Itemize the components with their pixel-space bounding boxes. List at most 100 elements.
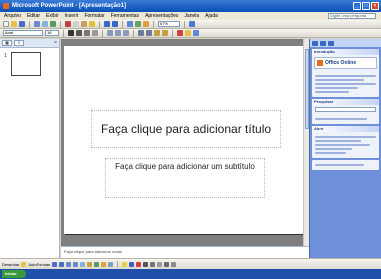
task-link[interactable] [315,79,364,81]
task-link[interactable] [315,144,370,146]
search-input[interactable] [315,107,376,112]
spelling-icon[interactable] [50,21,56,27]
font-color-icon[interactable] [177,30,183,36]
task-link[interactable] [315,118,367,120]
undo-icon[interactable] [104,21,110,27]
task-link[interactable] [315,91,349,93]
numbering-icon[interactable] [138,30,144,36]
oval-icon[interactable] [73,261,79,267]
print-icon[interactable] [34,21,40,27]
redo-icon[interactable] [112,21,118,27]
title-placeholder[interactable]: Faça clique para adicionar título [91,110,281,148]
notes-pane[interactable]: Faça clique para adicionar notas [61,246,309,258]
arrow-icon[interactable] [59,261,65,267]
font-color-icon[interactable] [136,261,142,267]
new-slide-icon[interactable] [193,30,199,36]
shadow-style-icon[interactable] [164,261,170,267]
shadow-icon[interactable] [92,30,98,36]
bullets-icon[interactable] [146,30,152,36]
textbox-icon[interactable] [80,261,86,267]
select-icon[interactable] [21,261,27,267]
line-style-icon[interactable] [143,261,149,267]
format-painter-icon[interactable] [89,21,95,27]
align-right-icon[interactable] [123,30,129,36]
increase-font-icon[interactable] [154,30,160,36]
slides-pane-tabs: ▦ ≡ × [0,39,59,48]
diagram-icon[interactable] [94,261,100,267]
help-icon[interactable] [189,21,195,27]
design-icon[interactable] [185,30,191,36]
slide-editor: Faça clique para adicionar título Faça c… [61,39,309,246]
menu-insert[interactable]: Inserir [65,13,79,19]
task-link[interactable] [315,140,361,142]
menu-tools[interactable]: Ferramentas [111,13,139,19]
menu-edit[interactable]: Editar [27,13,40,19]
task-pane-links [312,71,379,97]
paste-icon[interactable] [81,21,87,27]
home-icon[interactable] [328,40,334,46]
rectangle-icon[interactable] [66,261,72,267]
task-link[interactable] [315,75,376,77]
help-question-input[interactable]: Digite uma pergunta [328,13,376,19]
toolbar-separator [153,20,154,28]
font-size-combo[interactable]: 18 [45,30,59,36]
clipart-icon[interactable] [101,261,107,267]
formatting-toolbar: Arial 18 [0,29,381,38]
bold-icon[interactable] [68,30,74,36]
italic-icon[interactable] [76,30,82,36]
tab-slides[interactable]: ▦ [2,40,12,46]
3d-style-icon[interactable] [171,261,177,267]
underline-icon[interactable] [84,30,90,36]
start-button[interactable]: iniciar [2,270,26,278]
insert-table-icon[interactable] [135,21,141,27]
subtitle-placeholder[interactable]: Faça clique para adicionar um subtítulo [105,158,265,198]
menu-view[interactable]: Exibir [46,13,59,19]
task-link[interactable] [315,83,376,85]
menu-slideshow[interactable]: Apresentações [145,13,178,19]
draw-menu[interactable]: Desenhar [2,262,19,267]
task-pane-title: Introdução [312,49,379,55]
task-link[interactable] [315,148,352,150]
preview-icon[interactable] [42,21,48,27]
task-link[interactable] [315,164,364,166]
slides-pane: ▦ ≡ × 1 [0,39,60,258]
wordart-icon[interactable] [87,261,93,267]
task-link[interactable] [315,136,376,138]
cut-icon[interactable] [65,21,71,27]
arrow-style-icon[interactable] [157,261,163,267]
slide-canvas[interactable]: Faça clique para adicionar título Faça c… [64,46,304,234]
menu-window[interactable]: Janela [184,13,199,19]
new-icon[interactable] [3,21,9,27]
autoshapes-menu[interactable]: AutoFormas [28,262,50,267]
open-icon[interactable] [11,21,17,27]
zoom-combo[interactable]: 67% [158,21,180,27]
save-icon[interactable] [19,21,25,27]
toolbar-separator [29,20,30,28]
close-icon[interactable]: × [54,40,57,46]
minimize-button[interactable]: _ [353,2,361,10]
line-icon[interactable] [52,261,58,267]
align-left-icon[interactable] [107,30,113,36]
forward-icon[interactable] [320,40,326,46]
close-button[interactable]: × [371,2,379,10]
maximize-button[interactable]: □ [362,2,370,10]
task-link[interactable] [315,152,346,154]
insert-chart-icon[interactable] [127,21,133,27]
menu-format[interactable]: Formatar [84,13,104,19]
tab-outline[interactable]: ≡ [14,40,24,46]
slide-thumbnail[interactable] [11,52,41,76]
task-link[interactable] [315,87,358,89]
font-combo[interactable]: Arial [3,30,43,36]
dash-style-icon[interactable] [150,261,156,267]
copy-icon[interactable] [73,21,79,27]
back-icon[interactable] [312,40,318,46]
menu-help[interactable]: Ajuda [205,13,218,19]
fill-color-icon[interactable] [122,261,128,267]
line-color-icon[interactable] [129,261,135,267]
office-online-logo[interactable]: Office Online [314,57,377,69]
menu-file[interactable]: Arquivo [4,13,21,19]
picture-icon[interactable] [108,261,114,267]
decrease-font-icon[interactable] [162,30,168,36]
insert-image-icon[interactable] [143,21,149,27]
align-center-icon[interactable] [115,30,121,36]
